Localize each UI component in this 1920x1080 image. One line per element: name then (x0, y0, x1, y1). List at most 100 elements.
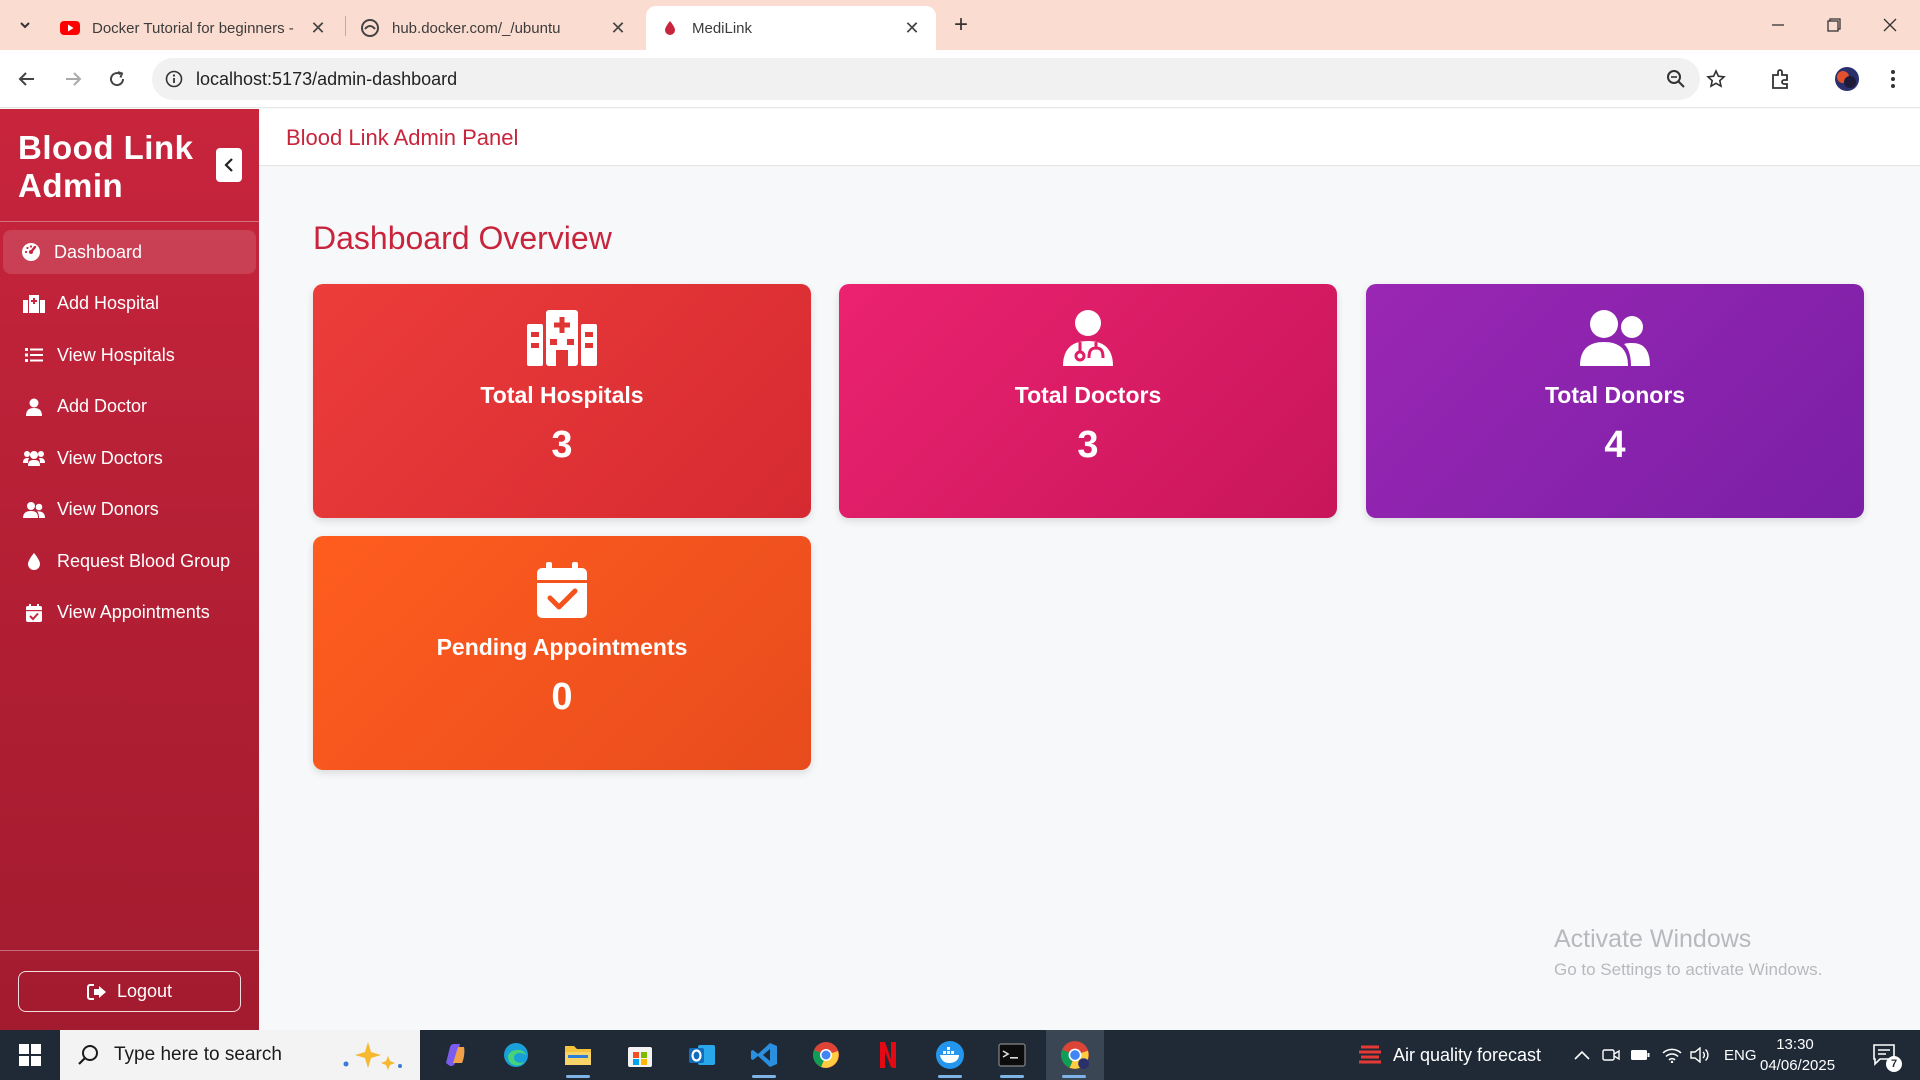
tab-search-button[interactable] (10, 10, 40, 40)
chrome-icon (813, 1042, 839, 1068)
page-title: Dashboard Overview (313, 220, 612, 256)
tab-medilink[interactable]: MediLink ✕ (646, 6, 936, 50)
notifications-button[interactable]: 7 (1870, 1040, 1902, 1072)
taskbar-file-explorer[interactable] (550, 1030, 606, 1080)
back-button[interactable] (10, 62, 44, 96)
meet-now-icon[interactable] (1601, 1045, 1621, 1065)
stat-card-pending-appointments[interactable]: Pending Appointments 0 (313, 536, 811, 770)
sidebar-item-view-donors[interactable]: View Donors (3, 488, 256, 532)
blood-drop-icon (660, 18, 680, 38)
close-window-button[interactable] (1862, 0, 1918, 50)
restore-icon (1827, 18, 1841, 32)
taskbar-netflix[interactable] (860, 1030, 916, 1080)
logout-button[interactable]: Logout (18, 971, 241, 1012)
tab-docker-tutorial[interactable]: Docker Tutorial for beginners - ✕ (46, 6, 342, 50)
sidebar-item-add-hospital[interactable]: Add Hospital (3, 282, 256, 326)
taskbar-copilot[interactable] (426, 1030, 482, 1080)
restore-button[interactable] (1806, 0, 1862, 50)
profile-avatar[interactable] (1830, 62, 1864, 96)
watermark-title: Activate Windows (1554, 925, 1752, 953)
reload-icon (110, 71, 125, 87)
hospital-icon (23, 294, 45, 314)
chevron-up-icon[interactable] (1572, 1045, 1592, 1065)
volume-icon[interactable] (1690, 1045, 1710, 1065)
sidebar-item-view-appointments[interactable]: View Appointments (3, 591, 256, 635)
taskbar-chrome-active[interactable] (1046, 1030, 1104, 1080)
docker-icon (936, 1041, 964, 1069)
netflix-icon (880, 1042, 896, 1068)
clock-time: 13:30 (1776, 1036, 1814, 1053)
sidebar-item-add-doctor[interactable]: Add Doctor (3, 385, 256, 429)
arrow-right-icon (66, 72, 82, 86)
logout-label: Logout (116, 981, 173, 1001)
battery-icon[interactable] (1630, 1045, 1650, 1065)
users-icon (23, 448, 45, 468)
vscode-icon (751, 1043, 777, 1067)
taskbar-terminal[interactable] (984, 1030, 1040, 1080)
browser-toolbar: localhost:5173/admin-dashboard (0, 50, 1920, 108)
youtube-icon (60, 18, 80, 38)
sidebar-item-request-blood-group[interactable]: Request Blood Group (3, 539, 256, 583)
new-tab-button[interactable]: + (946, 10, 976, 40)
stat-card-doctors[interactable]: Total Doctors 3 (839, 284, 1337, 518)
stat-card-donors[interactable]: Total Donors 4 (1366, 284, 1864, 518)
taskbar-edge[interactable] (488, 1030, 544, 1080)
taskbar-search-box[interactable]: Type here to search (60, 1030, 420, 1080)
tab-title: MediLink (692, 19, 753, 37)
watermark-subtitle: Go to Settings to activate Windows. (1554, 960, 1823, 979)
close-tab-icon[interactable]: ✕ (902, 18, 922, 38)
sidebar-item-dashboard[interactable]: Dashboard (3, 230, 256, 274)
taskbar-store[interactable] (612, 1030, 668, 1080)
taskbar-docker[interactable] (922, 1030, 978, 1080)
sidebar-item-label: Add Doctor (57, 396, 148, 416)
card-label: Pending Appointments (436, 634, 688, 660)
sidebar-item-label: View Donors (57, 499, 159, 519)
bookmark-star-icon[interactable] (1704, 67, 1728, 91)
app-header: Blood Link Admin Panel (259, 109, 1920, 166)
kebab-menu-icon[interactable] (1876, 62, 1910, 96)
air-quality-icon[interactable] (1356, 1041, 1384, 1069)
url-text[interactable]: localhost:5173/admin-dashboard (196, 69, 457, 90)
store-icon (628, 1047, 652, 1067)
sidebar-item-view-hospitals[interactable]: View Hospitals (3, 333, 256, 377)
card-value: 3 (1077, 424, 1099, 466)
main-content: Dashboard Overview Total Hospitals 3 Tot… (259, 166, 1920, 1030)
wifi-icon[interactable] (1662, 1045, 1682, 1065)
stat-card-hospitals[interactable]: Total Hospitals 3 (313, 284, 811, 518)
brand-title: Blood Link Admin (18, 129, 194, 204)
user-group-icon (1366, 310, 1864, 370)
zoom-icon[interactable] (1664, 67, 1688, 91)
extensions-icon[interactable] (1764, 62, 1798, 96)
list-icon (23, 345, 45, 365)
user-doctor-icon (23, 397, 45, 417)
card-label: Total Donors (1544, 382, 1686, 408)
card-value: 0 (551, 676, 573, 718)
sidebar-item-label: View Appointments (57, 602, 210, 622)
gauge-icon (20, 242, 42, 262)
card-value: 3 (551, 424, 573, 466)
weather-widget-text[interactable]: Air quality forecast (1393, 1045, 1541, 1066)
clock[interactable]: 13:30 04/06/2025 (1760, 1034, 1835, 1076)
user-group-icon (23, 500, 45, 520)
close-tab-icon[interactable]: ✕ (608, 18, 628, 38)
minimize-button[interactable] (1750, 0, 1806, 50)
card-value: 4 (1604, 424, 1626, 466)
language-indicator[interactable]: ENG (1724, 1047, 1757, 1064)
reload-button[interactable] (100, 62, 134, 96)
edge-icon (504, 1043, 528, 1067)
address-bar[interactable]: localhost:5173/admin-dashboard (152, 58, 1726, 100)
chrome-icon (1061, 1041, 1089, 1069)
taskbar-vscode[interactable] (736, 1030, 792, 1080)
close-tab-icon[interactable]: ✕ (308, 18, 328, 38)
collapse-sidebar-button[interactable] (216, 148, 242, 182)
search-icon (74, 1044, 104, 1066)
outlook-icon (689, 1045, 715, 1065)
taskbar-outlook[interactable] (674, 1030, 730, 1080)
sidebar-item-view-doctors[interactable]: View Doctors (3, 436, 256, 480)
calendar-check-icon (23, 603, 45, 623)
taskbar-chrome[interactable] (798, 1030, 854, 1080)
tab-docker-hub[interactable]: hub.docker.com/_/ubuntu ✕ (346, 6, 642, 50)
site-info-icon[interactable] (162, 67, 186, 91)
forward-button[interactable] (56, 62, 90, 96)
start-button[interactable] (0, 1030, 60, 1080)
